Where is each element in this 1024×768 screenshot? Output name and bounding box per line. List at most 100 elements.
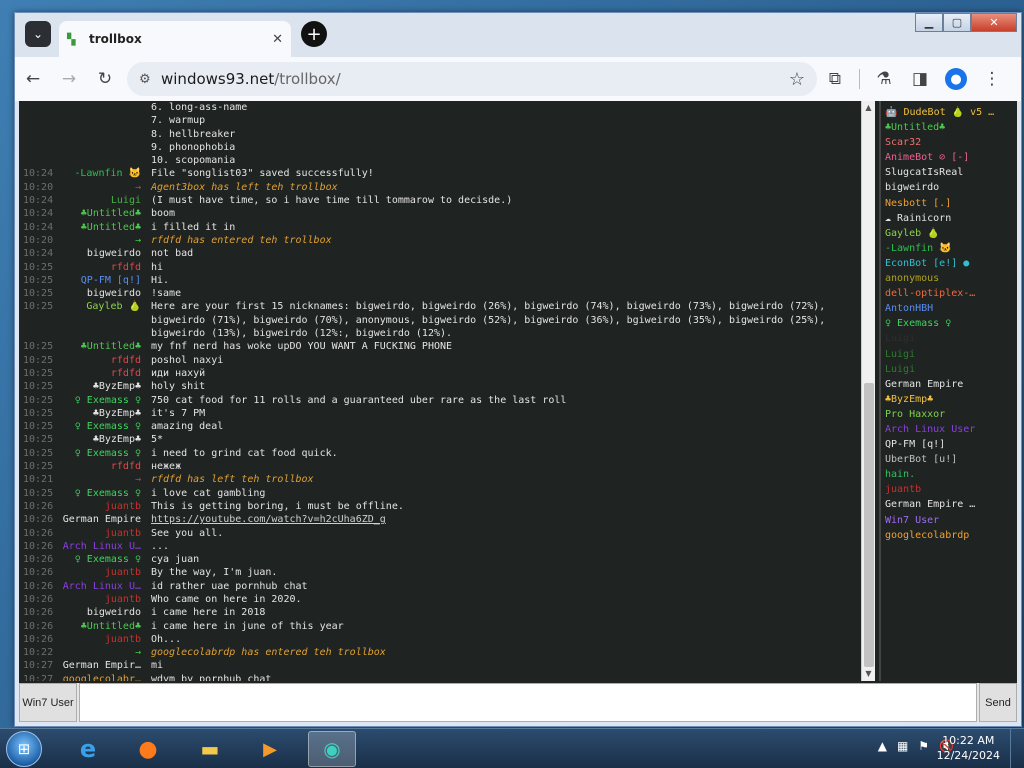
message-nickname[interactable]: ♀ Exemass ♀ [53, 487, 151, 500]
message-nickname[interactable]: QP-FM [q!] [53, 274, 151, 287]
action-center-flag-icon[interactable]: ⚑ [918, 739, 929, 753]
reload-button[interactable]: ↻ [87, 69, 123, 89]
message-nickname[interactable]: juantb [53, 500, 151, 513]
message-nickname[interactable]: juantb [53, 633, 151, 646]
taskbar-firefox[interactable]: ● [124, 731, 172, 767]
taskbar-file-explorer[interactable]: ▬ [186, 731, 234, 767]
message-nickname[interactable] [53, 128, 151, 141]
profile-avatar-icon[interactable]: ● [945, 68, 967, 90]
forward-button[interactable]: → [51, 69, 87, 89]
back-button[interactable]: ← [15, 69, 51, 89]
message-nickname[interactable]: ♣Untitled♣ [53, 221, 151, 234]
message-nickname[interactable]: ♣Untitled♣ [53, 620, 151, 633]
start-button[interactable]: ⊞ [6, 731, 42, 767]
minimize-button[interactable]: ▁ [915, 13, 943, 32]
user-list-item[interactable]: ♣Untitled♣ [885, 120, 1011, 135]
user-list-item[interactable]: ♀ Exemass ♀ [885, 316, 1011, 331]
user-list-item[interactable]: Luigi [885, 347, 1011, 362]
extensions-button[interactable]: ⧉ [817, 69, 853, 89]
user-list-item[interactable]: Pro Haxxor [885, 407, 1011, 422]
message-nickname[interactable] [53, 101, 151, 114]
message-nickname[interactable]: bigweirdo [53, 606, 151, 619]
message-nickname[interactable]: ♀ Exemass ♀ [53, 447, 151, 460]
user-list-item[interactable]: UberBot [u!] [885, 452, 1011, 467]
message-nickname[interactable]: → [53, 181, 151, 194]
message-nickname[interactable] [53, 114, 151, 127]
message-nickname[interactable]: bigweirdo [53, 247, 151, 260]
message-nickname[interactable] [53, 141, 151, 154]
labs-button[interactable]: ⚗ [866, 69, 902, 89]
scroll-up-icon[interactable]: ▲ [862, 101, 875, 115]
message-nickname[interactable]: → [53, 646, 151, 659]
menu-button[interactable]: ⋮ [974, 69, 1010, 89]
site-info-icon[interactable]: ⚙ [139, 72, 161, 87]
message-nickname[interactable]: Arch Linux U… [53, 580, 151, 593]
clock[interactable]: 10:22 AM 12/24/2024 [937, 733, 1000, 763]
user-list-item[interactable]: Scar32 [885, 135, 1011, 150]
address-bar[interactable]: ⚙ windows93.net/trollbox/ ☆ [127, 62, 817, 96]
message-nickname[interactable]: → [53, 473, 151, 486]
message-nickname[interactable]: ♣Untitled♣ [53, 207, 151, 220]
message-nickname[interactable]: bigweirdo [53, 287, 151, 300]
user-list-item[interactable]: ♣ByzEmp♣ [885, 392, 1011, 407]
taskbar-media-player[interactable]: ▶ [246, 731, 294, 767]
user-list-item[interactable]: EconBot [e!] ● [885, 256, 1011, 271]
tab-close-icon[interactable]: ✕ [272, 32, 283, 47]
user-list-item[interactable]: anonymous [885, 271, 1011, 286]
user-list-item[interactable]: AntonHBH [885, 301, 1011, 316]
user-list-item[interactable]: QP-FM [q!] [885, 437, 1011, 452]
taskbar-internet-explorer[interactable]: e [64, 731, 112, 767]
message-input[interactable] [79, 683, 977, 722]
user-list-item[interactable]: -Lawnfin 🐱 [885, 241, 1011, 256]
user-list-item[interactable]: hain. [885, 467, 1011, 482]
message-nickname[interactable]: Luigi [53, 194, 151, 207]
tray-expand-icon[interactable]: ▲ [878, 739, 887, 753]
tab-search-button[interactable]: ⌄ [25, 21, 51, 47]
new-tab-button[interactable]: + [301, 21, 327, 47]
user-list-item[interactable]: German Empire [885, 377, 1011, 392]
show-desktop-button[interactable] [1010, 729, 1024, 768]
message-nickname[interactable]: googlecolabr… [53, 673, 151, 681]
user-list-item[interactable]: Win7 User [885, 513, 1011, 528]
user-list-item[interactable]: bigweirdo [885, 180, 1011, 195]
user-list-item[interactable]: 🤖 DudeBot 🍐 v5 … [885, 105, 1011, 120]
user-list-item[interactable]: Luigi [885, 331, 1011, 346]
taskbar-browser[interactable]: ◉ [308, 731, 356, 767]
user-list-item[interactable]: AnimeBot ⊘ [-] [885, 150, 1011, 165]
message-nickname[interactable]: rfdfd [53, 261, 151, 274]
chat-scrollbar[interactable]: ▲ ▼ [861, 101, 875, 681]
user-list-item[interactable]: googlecolabrdp [885, 528, 1011, 543]
user-list-item[interactable]: Nesbott [.] [885, 196, 1011, 211]
message-nickname[interactable]: ♣ByzEmp♣ [53, 407, 151, 420]
maximize-button[interactable]: ▢ [943, 13, 971, 32]
nickname-button[interactable]: Win7 User [19, 683, 77, 722]
user-list-item[interactable]: SlugcatIsReal [885, 165, 1011, 180]
send-button[interactable]: Send [979, 683, 1017, 722]
message-nickname[interactable]: ♀ Exemass ♀ [53, 420, 151, 433]
user-list-item[interactable]: Arch Linux User [885, 422, 1011, 437]
message-nickname[interactable]: juantb [53, 566, 151, 579]
message-nickname[interactable]: ♀ Exemass ♀ [53, 394, 151, 407]
message-nickname[interactable]: German Empire [53, 513, 151, 526]
message-nickname[interactable]: Gayleb 🍐 [53, 300, 151, 340]
message-nickname[interactable]: ♀ Exemass ♀ [53, 553, 151, 566]
message-nickname[interactable]: rfdfd [53, 460, 151, 473]
message-nickname[interactable]: ♣Untitled♣ [53, 340, 151, 353]
message-nickname[interactable]: → [53, 234, 151, 247]
user-list-item[interactable]: dell-optiplex-… [885, 286, 1011, 301]
scroll-down-icon[interactable]: ▼ [862, 667, 875, 681]
message-nickname[interactable]: -Lawnfin 🐱 [53, 167, 151, 180]
message-nickname[interactable]: juantb [53, 593, 151, 606]
message-nickname[interactable]: juantb [53, 527, 151, 540]
user-list-item[interactable]: Luigi [885, 362, 1011, 377]
user-list-item[interactable]: juantb [885, 482, 1011, 497]
message-nickname[interactable]: ♣ByzEmp♣ [53, 433, 151, 446]
close-window-button[interactable]: ✕ [971, 13, 1017, 32]
message-nickname[interactable]: rfdfd [53, 354, 151, 367]
message-nickname[interactable] [53, 154, 151, 167]
network-icon[interactable]: ▦ [897, 739, 908, 753]
bookmark-star-icon[interactable]: ☆ [789, 69, 805, 90]
message-nickname[interactable]: German Empir… [53, 659, 151, 672]
side-panel-button[interactable]: ◨ [902, 69, 938, 89]
message-link[interactable]: https://youtube.com/watch?v=h2cUha6ZD_g [151, 513, 861, 526]
